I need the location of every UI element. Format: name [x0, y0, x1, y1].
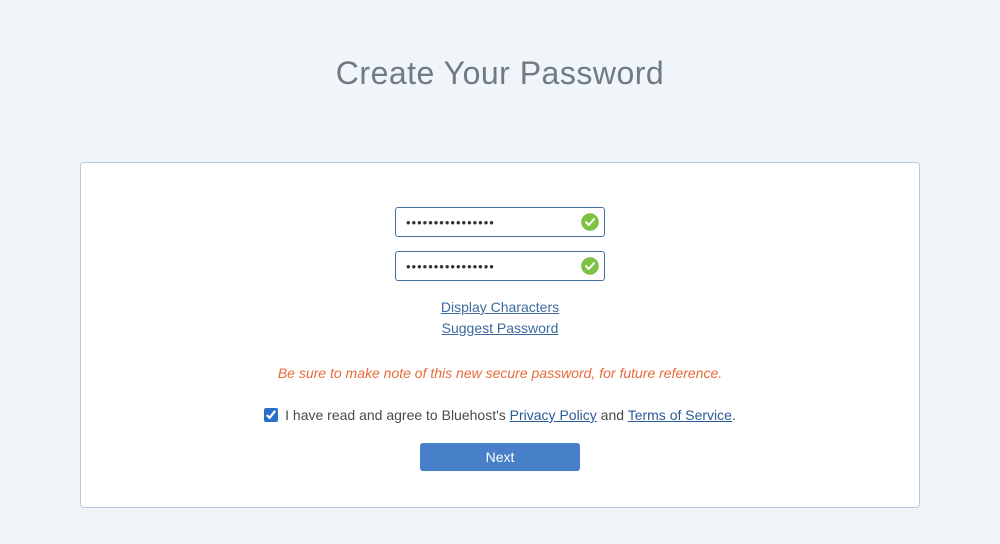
terms-of-service-link[interactable]: Terms of Service — [628, 407, 732, 423]
confirm-password-input[interactable] — [395, 251, 605, 281]
check-icon — [581, 213, 599, 231]
agree-label: I have read and agree to Bluehost's Priv… — [285, 407, 736, 423]
confirm-password-field-wrapper — [395, 251, 605, 281]
agree-prefix: I have read and agree to Bluehost's — [285, 407, 510, 423]
suggest-password-link[interactable]: Suggest Password — [442, 318, 559, 339]
display-characters-link[interactable]: Display Characters — [441, 297, 559, 318]
agree-middle: and — [597, 407, 628, 423]
page-title: Create Your Password — [336, 55, 664, 92]
agree-checkbox[interactable] — [264, 408, 278, 422]
next-button[interactable]: Next — [420, 443, 580, 471]
check-icon — [581, 257, 599, 275]
agree-suffix: . — [732, 407, 736, 423]
password-field-wrapper — [395, 207, 605, 237]
agree-row: I have read and agree to Bluehost's Priv… — [264, 407, 736, 423]
privacy-policy-link[interactable]: Privacy Policy — [510, 407, 597, 423]
password-card: Display Characters Suggest Password Be s… — [80, 162, 920, 508]
password-input[interactable] — [395, 207, 605, 237]
warning-text: Be sure to make note of this new secure … — [278, 365, 722, 381]
link-row: Display Characters Suggest Password — [441, 297, 559, 339]
